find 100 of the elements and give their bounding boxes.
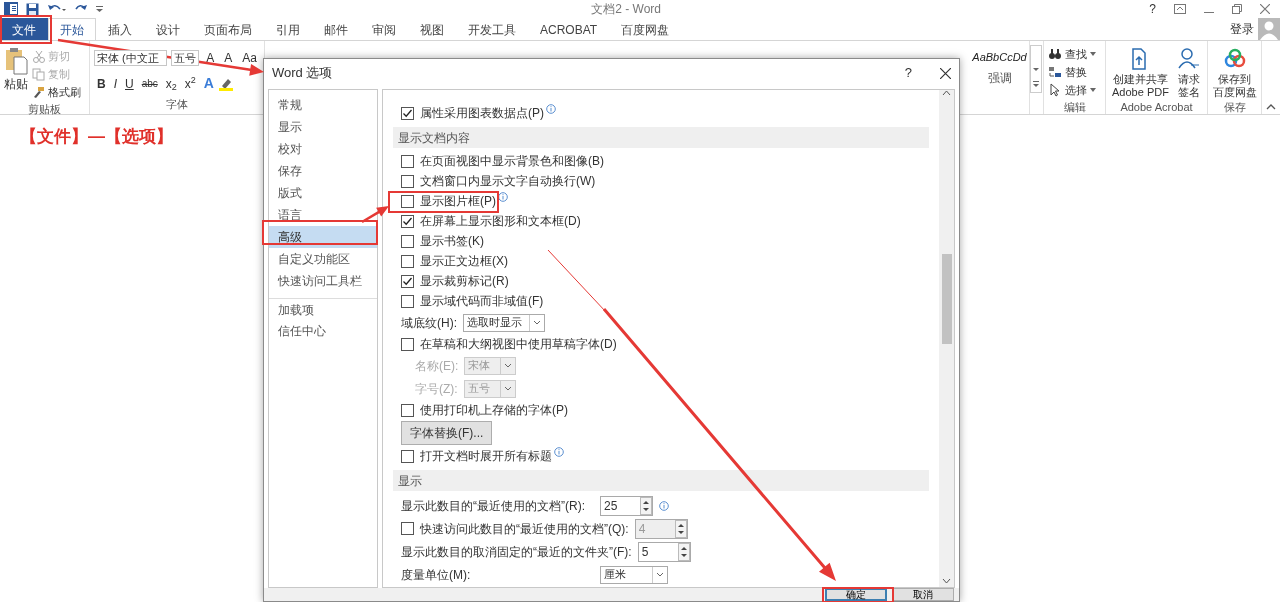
- nav-item[interactable]: 常规: [269, 94, 377, 116]
- section-header: 显示文档内容: [393, 127, 929, 148]
- scroll-thumb[interactable]: [941, 254, 952, 344]
- toolbar-button[interactable]: 格式刷: [32, 83, 81, 101]
- ribbon-tab[interactable]: 插入: [96, 18, 144, 40]
- customize-toolbar-icon[interactable]: [96, 5, 103, 13]
- spinner-arrows-icon[interactable]: [677, 542, 690, 561]
- toolbar-button[interactable]: 保存到 百度网盘: [1212, 73, 1257, 99]
- dropdown[interactable]: 选取时显示: [463, 313, 545, 332]
- checkbox-label[interactable]: 属性采用图表数据点(P): [420, 104, 544, 122]
- checkbox-label[interactable]: 打开文档时展开所有标题: [420, 447, 552, 465]
- checkbox-label[interactable]: 在页面视图中显示背景色和图像(B): [420, 152, 604, 170]
- checkbox[interactable]: [401, 214, 414, 228]
- restore-icon[interactable]: [1232, 4, 1242, 14]
- checkbox-label[interactable]: 在屏幕上显示图形和文本框(D): [420, 212, 581, 230]
- scroll-down-icon[interactable]: [942, 578, 951, 584]
- checkbox-label[interactable]: 使用打印机上存储的字体(P): [420, 401, 568, 419]
- dialog-button[interactable]: 字体替换(F)...: [401, 421, 493, 445]
- nav-item[interactable]: 高级: [269, 226, 377, 248]
- style-gallery-item[interactable]: AaBbCcDd 强调: [972, 49, 1027, 87]
- nav-item[interactable]: 自定义功能区: [269, 248, 377, 270]
- nav-item[interactable]: 快速访问工具栏: [269, 270, 377, 292]
- ribbon-tab[interactable]: 视图: [408, 18, 456, 40]
- ribbon-tab[interactable]: 开发工具: [456, 18, 528, 40]
- format-button[interactable]: I: [110, 74, 120, 93]
- close-icon[interactable]: [940, 67, 951, 79]
- checkbox[interactable]: [401, 337, 414, 351]
- nav-item[interactable]: 版式: [269, 182, 377, 204]
- help-button[interactable]: ?: [904, 63, 912, 83]
- checkbox[interactable]: [401, 234, 414, 248]
- highlighter-icon[interactable]: [218, 76, 233, 91]
- checkbox[interactable]: [401, 274, 414, 288]
- toolbar-button[interactable]: 选择: [1048, 81, 1101, 99]
- checkbox[interactable]: [401, 106, 414, 120]
- sign-in-link[interactable]: 登录: [1230, 20, 1254, 38]
- field-label: 快速访问此数目的“最近使用的文档”(Q):: [420, 520, 629, 538]
- font-name-field[interactable]: 宋体 (中文正: [94, 50, 168, 66]
- group-label: 剪贴板: [27, 102, 62, 117]
- group-label: 保存: [1222, 100, 1247, 115]
- checkbox[interactable]: [401, 194, 414, 208]
- checkbox-label[interactable]: 显示正文边框(X): [420, 252, 508, 270]
- number-field[interactable]: 5: [637, 541, 691, 562]
- app-logo-icon[interactable]: [4, 2, 18, 16]
- ribbon-tab[interactable]: 引用: [264, 18, 312, 40]
- nav-item[interactable]: 显示: [269, 116, 377, 138]
- nav-item[interactable]: 语言: [269, 204, 377, 226]
- field-label: 度量单位(M):: [401, 566, 472, 584]
- ribbon-tab[interactable]: ACROBAT: [528, 18, 610, 40]
- dialog-button[interactable]: 取消: [892, 588, 954, 601]
- format-button[interactable]: x$^{2}$: [181, 74, 199, 93]
- pointer-icon: [1048, 83, 1062, 97]
- checkbox-label[interactable]: 显示图片框(P): [420, 192, 496, 210]
- paste-icon[interactable]: [4, 47, 28, 75]
- checkbox[interactable]: [401, 294, 414, 308]
- ribbon-tab[interactable]: 百度网盘: [609, 18, 682, 40]
- ribbon-tab[interactable]: 页面布局: [192, 18, 264, 40]
- spinner-arrows-icon[interactable]: [640, 496, 652, 515]
- format-button[interactable]: B: [94, 74, 109, 93]
- format-button[interactable]: abc: [138, 76, 161, 91]
- format-button[interactable]: A: [200, 73, 217, 94]
- checkbox[interactable]: [401, 254, 414, 268]
- checkbox-label[interactable]: 显示域代码而非域值(F): [420, 292, 544, 310]
- scroll-up-icon[interactable]: [942, 90, 951, 96]
- nav-item[interactable]: 加载项: [269, 298, 377, 320]
- font-size-button[interactable]: A: [221, 49, 236, 67]
- toolbar-button[interactable]: 请求 签名: [1177, 73, 1200, 99]
- ribbon-tab[interactable]: 审阅: [360, 18, 408, 40]
- nav-item[interactable]: 信任中心: [269, 320, 377, 342]
- checkbox-label[interactable]: 显示书签(K): [420, 232, 484, 250]
- number-field[interactable]: 25: [600, 495, 653, 516]
- checkbox-label[interactable]: 在草稿和大纲视图中使用草稿字体(D): [420, 335, 617, 353]
- checkbox-label[interactable]: 文档窗口内显示文字自动换行(W): [420, 172, 596, 190]
- save-icon[interactable]: [26, 2, 39, 16]
- ribbon-tab[interactable]: 设计: [144, 18, 192, 40]
- ribbon-display-icon[interactable]: [1174, 4, 1186, 14]
- dropdown[interactable]: 厘米: [600, 565, 668, 584]
- font-size-button[interactable]: Aa: [239, 49, 260, 67]
- font-size-field[interactable]: 五号: [171, 50, 200, 66]
- toolbar-button[interactable]: 查找: [1048, 45, 1101, 63]
- collapse-ribbon-icon[interactable]: [1266, 104, 1276, 110]
- paste-button[interactable]: 粘贴: [4, 75, 28, 93]
- scrollbar[interactable]: [939, 90, 954, 587]
- checkbox[interactable]: [401, 154, 414, 168]
- style-sample: AaBbCcDd: [972, 50, 1027, 65]
- toolbar-button[interactable]: 创建并共享 Adobe PDF: [1112, 73, 1169, 99]
- checkbox-label[interactable]: 显示裁剪标记(R): [420, 272, 509, 290]
- checkbox[interactable]: [401, 174, 414, 188]
- help-button[interactable]: ?: [1149, 0, 1156, 18]
- format-button[interactable]: U: [122, 74, 137, 93]
- gallery-scroll-icon[interactable]: [1030, 45, 1042, 93]
- ribbon-tab[interactable]: 开始: [48, 18, 96, 40]
- format-button[interactable]: x$_{2}$: [162, 74, 180, 93]
- ribbon-tab[interactable]: 文件: [0, 18, 48, 40]
- nav-item[interactable]: 校对: [269, 138, 377, 160]
- checkbox[interactable]: [401, 449, 414, 463]
- nav-item[interactable]: 保存: [269, 160, 377, 182]
- font-size-button[interactable]: A: [203, 49, 218, 67]
- checkbox[interactable]: [401, 403, 414, 417]
- toolbar-button[interactable]: 替换: [1048, 63, 1101, 81]
- ribbon-tab[interactable]: 邮件: [312, 18, 360, 40]
